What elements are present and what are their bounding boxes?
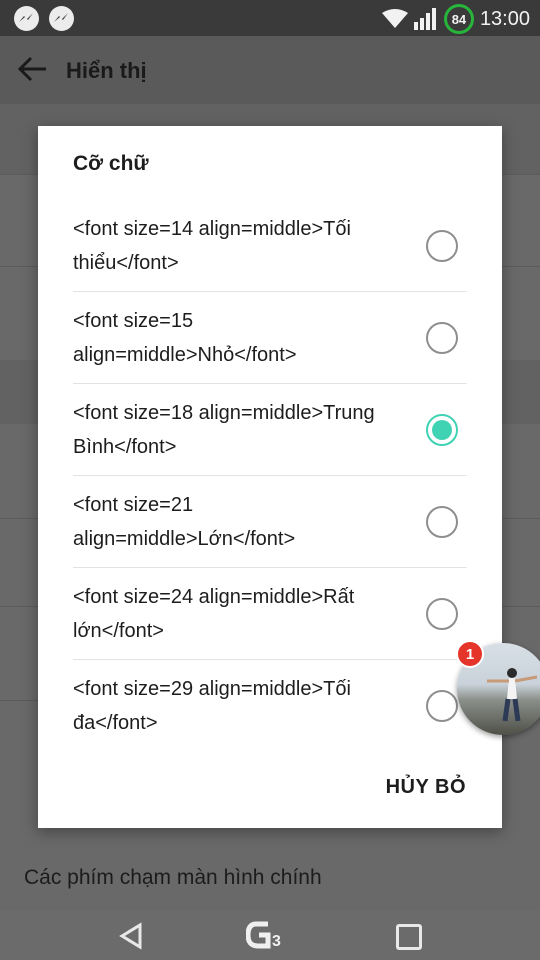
radio-button[interactable] — [426, 598, 458, 630]
clock: 13:00 — [479, 7, 530, 30]
option-label: <font size=29 align=middle>Tối đa</font> — [73, 678, 351, 734]
back-arrow-icon[interactable] — [18, 56, 48, 82]
dialog-title: Cỡ chữ — [73, 152, 149, 175]
option-label: <font size=24 align=middle>Rất lớn</font… — [73, 586, 355, 642]
option-label: <font size=18 align=middle>Trung Bình</f… — [73, 402, 375, 458]
chat-head-badge: 1 — [456, 640, 484, 668]
radio-button[interactable] — [426, 506, 458, 538]
settings-item-home-touch-buttons[interactable]: Các phím chạm màn hình chính — [24, 866, 322, 890]
recents-icon[interactable] — [396, 924, 422, 950]
battery-level: 84 — [451, 11, 467, 27]
svg-text:3: 3 — [272, 933, 281, 950]
font-size-dialog: Cỡ chữ <font size=14 align=middle>Tối th… — [38, 126, 502, 828]
font-size-option[interactable]: <font size=29 align=middle>Tối đa</font> — [73, 660, 467, 752]
navigation-bar: 3 — [0, 910, 540, 960]
font-size-option[interactable]: <font size=15 align=middle>Nhỏ</font> — [73, 292, 467, 384]
signal-icon — [413, 8, 436, 30]
font-size-option[interactable]: <font size=18 align=middle>Trung Bình</f… — [73, 384, 467, 476]
radio-button[interactable] — [426, 322, 458, 354]
battery-indicator: 84 — [443, 4, 474, 34]
option-label: <font size=14 align=middle>Tối thiểu</fo… — [73, 218, 351, 274]
radio-button[interactable] — [426, 230, 458, 262]
messenger-icon — [49, 6, 74, 31]
font-size-option[interactable]: <font size=24 align=middle>Rất lớn</font… — [73, 568, 467, 660]
cancel-button[interactable]: HỦY BỎ — [386, 776, 466, 799]
font-size-option[interactable]: <font size=21 align=middle>Lớn</font> — [73, 476, 467, 568]
nav-back-icon[interactable] — [118, 922, 144, 950]
wifi-icon — [381, 9, 408, 28]
radio-button[interactable] — [426, 690, 458, 722]
messenger-icon — [14, 6, 39, 31]
option-label: <font size=21 align=middle>Lớn</font> — [73, 494, 296, 550]
g3-logo: 3 — [246, 921, 281, 950]
page-title: Hiển thị — [66, 58, 147, 83]
option-label: <font size=15 align=middle>Nhỏ</font> — [73, 310, 297, 366]
status-bar: 84 13:00 — [0, 0, 540, 36]
font-size-option[interactable]: <font size=14 align=middle>Tối thiểu</fo… — [73, 200, 467, 292]
radio-button-selected[interactable] — [426, 414, 458, 446]
app-bar: Hiển thị — [0, 36, 540, 104]
